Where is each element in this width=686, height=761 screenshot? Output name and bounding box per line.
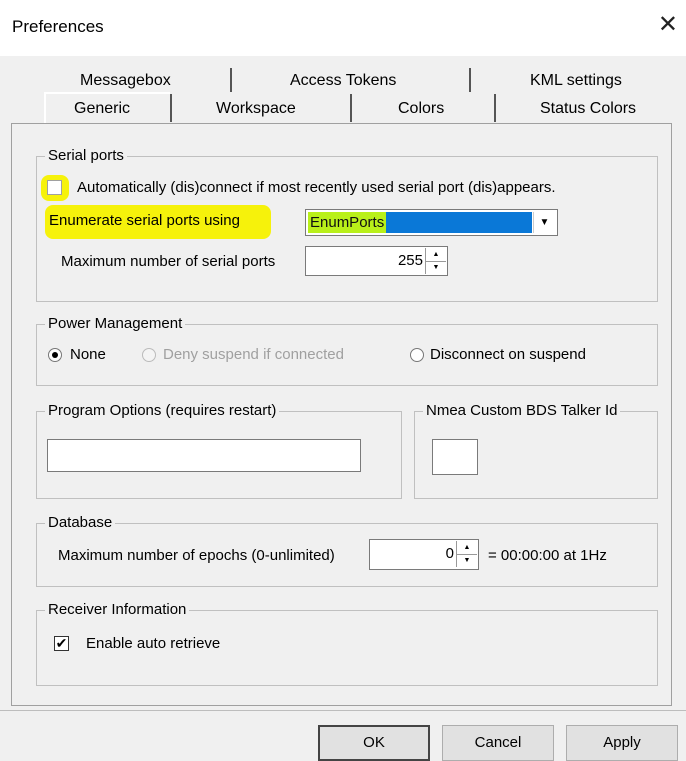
power-deny-suspend-radio xyxy=(142,348,156,362)
chevron-down-icon[interactable]: ▼ xyxy=(533,212,555,233)
tab-divider xyxy=(469,68,471,92)
tab-access-tokens[interactable]: Access Tokens xyxy=(290,72,396,90)
database-group-label: Database xyxy=(45,514,116,531)
tab-kml-settings[interactable]: KML settings xyxy=(530,72,622,90)
spinner-buttons: ▲ ▼ xyxy=(425,248,446,274)
power-deny-suspend-label: Deny suspend if connected xyxy=(163,346,344,363)
tab-colors[interactable]: Colors xyxy=(398,100,444,118)
nmea-group: Nmea Custom BDS Talker Id xyxy=(414,402,658,499)
max-epochs-value: 0 xyxy=(445,545,454,562)
tab-status-colors[interactable]: Status Colors xyxy=(540,100,636,118)
tab-generic-label: Generic xyxy=(74,100,131,117)
database-group: Database Maximum number of epochs (0-unl… xyxy=(36,514,658,587)
apply-button[interactable]: Apply xyxy=(566,725,678,761)
title-bar: Preferences ✕ xyxy=(0,0,686,56)
tab-workspace[interactable]: Workspace xyxy=(216,100,296,118)
generic-tab-panel: Serial ports Automatically (dis)connect … xyxy=(11,123,672,706)
serial-ports-group: Serial ports Automatically (dis)connect … xyxy=(36,147,658,302)
receiver-info-group-label: Receiver Information xyxy=(45,601,190,618)
tab-divider xyxy=(230,68,232,92)
tab-divider xyxy=(494,94,496,122)
auto-retrieve-checkbox[interactable]: ✔ xyxy=(54,636,69,651)
program-options-input[interactable] xyxy=(47,439,361,472)
power-management-group: Power Management None Deny suspend if co… xyxy=(36,315,658,386)
spin-down-icon[interactable]: ▼ xyxy=(457,554,477,567)
enumerate-ports-select[interactable]: EnumPorts ▼ xyxy=(305,209,558,236)
enumerate-label: Enumerate serial ports using xyxy=(49,212,240,229)
receiver-info-group: Receiver Information ✔ Enable auto retri… xyxy=(36,601,658,686)
power-disconnect-radio[interactable] xyxy=(410,348,424,362)
spin-down-icon[interactable]: ▼ xyxy=(426,261,446,274)
tab-divider xyxy=(350,94,352,122)
tab-messagebox[interactable]: Messagebox xyxy=(80,72,171,90)
epochs-duration-text: = 00:00:00 at 1Hz xyxy=(488,547,607,564)
spinner-buttons: ▲ ▼ xyxy=(456,541,477,567)
spin-up-icon[interactable]: ▲ xyxy=(426,248,446,262)
power-none-radio[interactable] xyxy=(48,348,62,362)
auto-retrieve-label: Enable auto retrieve xyxy=(86,635,221,652)
nmea-group-label: Nmea Custom BDS Talker Id xyxy=(423,402,621,419)
auto-connect-label: Automatically (dis)connect if most recen… xyxy=(77,179,556,196)
auto-connect-checkbox[interactable] xyxy=(47,180,62,195)
max-ports-spinner[interactable]: 255 ▲ ▼ xyxy=(305,246,448,276)
close-icon[interactable]: ✕ xyxy=(658,10,678,39)
enumerate-ports-value: EnumPorts xyxy=(308,212,387,233)
ok-button[interactable]: OK xyxy=(318,725,430,761)
power-disconnect-label: Disconnect on suspend xyxy=(430,346,586,363)
program-options-group: Program Options (requires restart) xyxy=(36,402,402,499)
max-epochs-label: Maximum number of epochs (0-unlimited) xyxy=(58,547,335,564)
tab-generic[interactable]: Generic xyxy=(44,92,170,126)
nmea-talker-id-input[interactable] xyxy=(432,439,478,475)
enumerate-ports-value-area: EnumPorts xyxy=(308,212,532,233)
max-ports-label: Maximum number of serial ports xyxy=(61,253,276,270)
tab-divider xyxy=(170,94,172,122)
program-options-group-label: Program Options (requires restart) xyxy=(45,402,280,419)
serial-ports-group-label: Serial ports xyxy=(45,147,127,164)
tab-strip: Messagebox Access Tokens KML settings Ge… xyxy=(0,56,686,126)
dialog-footer: OK Cancel Apply xyxy=(0,710,686,761)
max-ports-value: 255 xyxy=(397,252,423,269)
cancel-button[interactable]: Cancel xyxy=(442,725,554,761)
window-title: Preferences xyxy=(12,17,104,36)
power-none-label: None xyxy=(70,346,106,363)
dialog-body: Messagebox Access Tokens KML settings Ge… xyxy=(0,56,686,710)
spin-up-icon[interactable]: ▲ xyxy=(457,541,477,555)
max-epochs-spinner[interactable]: 0 ▲ ▼ xyxy=(369,539,479,570)
power-management-group-label: Power Management xyxy=(45,315,186,332)
